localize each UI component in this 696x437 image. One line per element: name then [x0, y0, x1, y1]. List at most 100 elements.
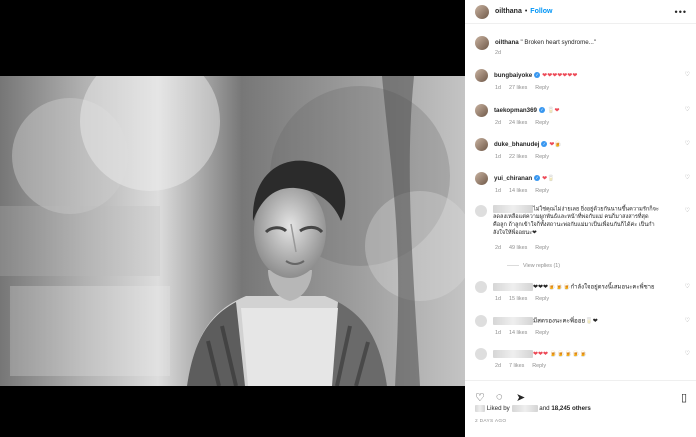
heart-icon[interactable]: ♡ [685, 350, 690, 357]
post-actions: ♡ ◌ ➤ ▯ Liked by and 18,245 others 2 DAY… [465, 380, 696, 437]
reply-button[interactable]: Reply [535, 188, 549, 194]
blurred-username [493, 349, 533, 358]
caption-meta: 2d [495, 50, 509, 56]
comment-item: ไม่ใช่คุณไม่ง่ายเลย ยิ่งอยู่ด้วยกันนานขึ… [475, 205, 696, 269]
reply-button[interactable]: Reply [535, 85, 549, 91]
blurred-username [511, 405, 538, 412]
comment-item: ❤❤❤ 🍺🍺🍺🍺🍺 2d 7 likes Reply ♡ [475, 348, 696, 369]
heart-icon[interactable]: ♡ [685, 207, 690, 214]
comment-time: 2d [495, 245, 501, 251]
blurred-avatar [475, 315, 487, 327]
liked-by-prefix: Liked by [486, 405, 510, 413]
comment-likes[interactable]: 15 likes [509, 296, 527, 302]
blurred-username [493, 205, 533, 213]
comment-meta: 1d 14 likes Reply [495, 330, 557, 336]
verified-badge-icon: ✓ [539, 106, 545, 113]
likes-count[interactable]: 18,245 others [551, 405, 591, 412]
post-photo-art [0, 76, 465, 386]
blurred-avatar [475, 405, 485, 412]
comment-time: 1d [495, 296, 501, 302]
comment-text: ❤❤❤🍺🍺🍺กำลังใจอยู่ตรงนี้เสมอนะคะพี่ชาย [533, 284, 655, 291]
verified-badge-icon: ✓ [541, 140, 548, 147]
commenter-username[interactable]: yui_chiranan [494, 175, 532, 182]
heart-icon[interactable]: ♡ [685, 317, 690, 324]
comment-likes[interactable]: 22 likes [509, 154, 527, 160]
share-icon[interactable]: ➤ [516, 391, 525, 404]
comment-likes[interactable]: 24 likes [509, 120, 527, 126]
comment-text: มีสตรองนะคะพี่ออย🥛❤ [533, 317, 598, 325]
blurred-avatar [475, 205, 487, 217]
more-icon[interactable]: ••• [675, 7, 687, 17]
heart-icon[interactable]: ♡ [685, 283, 690, 290]
comment-item: yui_chiranan ✓ ❤🥛 1d 14 likes Reply ♡ [475, 172, 696, 194]
comment-meta: 2d 49 likes Reply [495, 245, 557, 251]
heart-icon[interactable]: ♡ [685, 174, 690, 181]
author-avatar[interactable] [475, 4, 489, 19]
comment-item: bungbaiyoke ✓ ❤❤❤❤❤❤❤ 1d 27 likes Reply ♡ [475, 69, 696, 91]
comment-likes[interactable]: 14 likes [509, 330, 527, 336]
comment-icon[interactable]: ◌ [496, 391, 503, 403]
comment-item: duke_bhanudej ✓ ❤🍺 1d 22 likes Reply ♡ [475, 138, 696, 160]
comment-time: 1d [495, 330, 501, 336]
heart-icon[interactable]: ♡ [685, 71, 690, 78]
post-photo[interactable] [0, 76, 465, 386]
view-replies-button[interactable]: View replies (1) [507, 263, 560, 269]
heart-icon[interactable]: ♡ [685, 140, 690, 147]
commenter-username[interactable]: bungbaiyoke [494, 72, 532, 79]
comment-likes[interactable]: 49 likes [509, 245, 527, 251]
commenter-username[interactable]: duke_bhanudej [494, 141, 539, 148]
reply-button[interactable]: Reply [535, 154, 549, 160]
comment-text: ❤🍺 [549, 141, 562, 148]
separator-dot: • [524, 8, 528, 15]
comment-meta: 2d 7 likes Reply [495, 363, 554, 369]
follow-button[interactable]: Follow [530, 8, 552, 15]
post-side-panel: oilthana • Follow ••• oilthana " Broken … [465, 0, 696, 437]
heart-icon[interactable]: ♡ [685, 106, 690, 113]
comment-item: ❤❤❤🍺🍺🍺กำลังใจอยู่ตรงนี้เสมอนะคะพี่ชาย 1d… [475, 281, 696, 302]
verified-badge-icon: ✓ [534, 71, 541, 78]
reply-button[interactable]: Reply [535, 330, 549, 336]
commenter-avatar[interactable] [475, 104, 488, 117]
author-username[interactable]: oilthana [495, 8, 522, 15]
blurred-username [493, 282, 533, 291]
commenter-username[interactable]: taekopman369 [494, 107, 537, 114]
comment-likes[interactable]: 14 likes [509, 188, 527, 194]
post-header: oilthana • Follow ••• [465, 0, 696, 24]
comment-text-line-4: ลังใจให้พี่ออยนะ❤ [493, 230, 537, 237]
caption: oilthana " Broken heart syndrome..." 2d [475, 36, 696, 56]
comment-meta: 1d 27 likes Reply [495, 85, 557, 91]
commenter-avatar[interactable] [475, 138, 488, 151]
comment-text-line-3: คือลูก ถ้าลูกเข้าใจก็ทั้งสถานะพ่อกับแม่ม… [493, 222, 655, 229]
photo-viewer [0, 0, 465, 437]
blurred-avatar [475, 348, 487, 360]
reply-button[interactable]: Reply [535, 120, 549, 126]
comment-text: ❤❤❤ 🍺🍺🍺🍺🍺 [533, 351, 588, 358]
author-avatar[interactable] [475, 36, 489, 50]
comments-list[interactable]: oilthana " Broken heart syndrome..." 2d … [465, 24, 696, 380]
comment-likes[interactable]: 7 likes [509, 363, 524, 369]
comment-time: 1d [495, 85, 501, 91]
caption-time: 2d [495, 50, 501, 56]
caption-username[interactable]: oilthana [495, 39, 519, 46]
comment-time: 1d [495, 188, 501, 194]
liked-by: Liked by and 18,245 others [475, 405, 591, 412]
comment-meta: 1d 15 likes Reply [495, 296, 557, 302]
comment-meta: 1d 14 likes Reply [495, 188, 557, 194]
comment-item: มีสตรองนะคะพี่ออย🥛❤ 1d 14 likes Reply ♡ [475, 315, 696, 336]
caption-text: " Broken heart syndrome..." [520, 39, 597, 46]
heart-icon[interactable]: ♡ [475, 391, 485, 404]
comment-text: 🥛❤ [547, 107, 560, 114]
comment-likes[interactable]: 27 likes [509, 85, 527, 91]
bookmark-icon[interactable]: ▯ [681, 391, 687, 404]
comment-text-line-2: ลดลงเหลือแต่ความผูกพันธ์และหน้าที่พ่อกับ… [493, 214, 649, 221]
reply-button[interactable]: Reply [535, 245, 549, 251]
commenter-avatar[interactable] [475, 69, 488, 82]
commenter-avatar[interactable] [475, 172, 488, 185]
comment-item: taekopman369 ✓ 🥛❤ 2d 24 likes Reply ♡ [475, 104, 696, 126]
reply-button[interactable]: Reply [532, 363, 546, 369]
reply-button[interactable]: Reply [535, 296, 549, 302]
comment-time: 2d [495, 363, 501, 369]
comment-time: 1d [495, 154, 501, 160]
comment-meta: 2d 24 likes Reply [495, 120, 557, 126]
comment-text: ❤❤❤❤❤❤❤ [542, 72, 578, 79]
